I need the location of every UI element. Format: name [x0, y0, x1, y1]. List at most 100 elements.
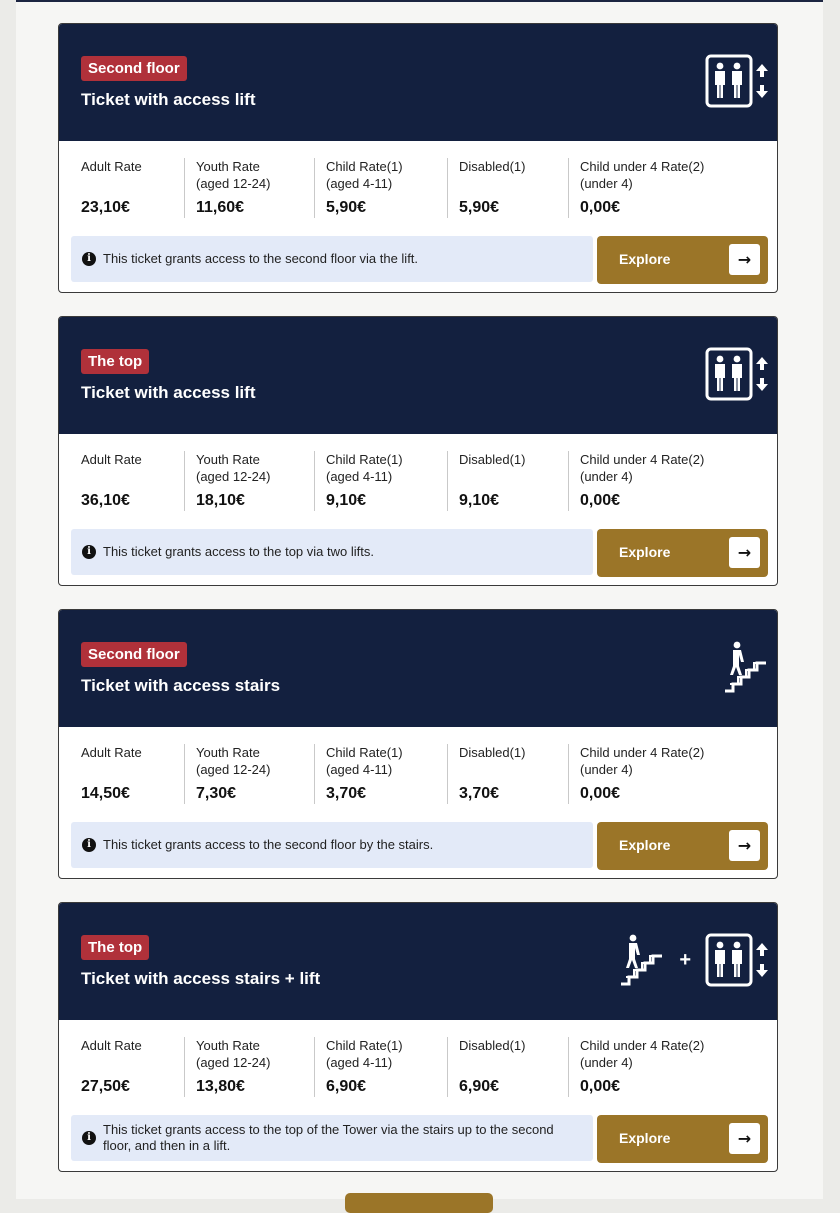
- ticket-level-badge: The top: [81, 935, 150, 960]
- ticket-card: Second floor Ticket with access lift Adu…: [58, 23, 778, 293]
- youth-rate-label: Youth Rate (aged 12-24): [196, 159, 271, 191]
- disabled-rate-price: 3,70€: [459, 785, 500, 802]
- disabled-rate-price: 9,10€: [459, 492, 500, 509]
- child-rate-label: Child Rate(1) (aged 4-11): [326, 159, 403, 191]
- under4-rate: Child under 4 Rate(2) (under 4) 0,00€: [568, 744, 768, 804]
- under4-rate-price: 0,00€: [580, 785, 621, 802]
- child-rate: Child Rate(1) (aged 4-11) 6,90€: [314, 1037, 447, 1097]
- disabled-rate: Disabled(1) 9,10€: [447, 451, 568, 511]
- ticket-card-header: The top Ticket with access stairs + lift…: [59, 903, 777, 1020]
- disabled-rate: Disabled(1) 3,70€: [447, 744, 568, 804]
- youth-rate-price: 11,60€: [196, 199, 245, 216]
- stairs-plus-lift-icon: +: [619, 933, 769, 987]
- disabled-rate-label: Disabled(1): [459, 1038, 526, 1053]
- adult-rate-label: Adult Rate: [81, 745, 142, 760]
- ticket-card-header: The top Ticket with access lift: [59, 317, 777, 434]
- lift-icon: [705, 347, 769, 406]
- plus-sign: +: [679, 948, 691, 971]
- under4-rate-label: Child under 4 Rate(2) (under 4): [580, 1038, 705, 1070]
- stairs-icon: [725, 641, 766, 693]
- adult-rate-price: 23,10€: [81, 199, 130, 216]
- under4-rate: Child under 4 Rate(2) (under 4) 0,00€: [568, 451, 768, 511]
- under4-rate: Child under 4 Rate(2) (under 4) 0,00€: [568, 158, 768, 218]
- child-rate: Child Rate(1) (aged 4-11) 3,70€: [314, 744, 447, 804]
- stairs-plus-lift-icon: +: [619, 933, 769, 987]
- info-icon: i: [82, 1131, 96, 1145]
- lift-icon: [705, 54, 768, 108]
- ticket-card: The top Ticket with access stairs + lift…: [58, 902, 778, 1172]
- lift-icon: [705, 933, 768, 987]
- youth-rate-label: Youth Rate (aged 12-24): [196, 452, 271, 484]
- adult-rate-label: Adult Rate: [81, 1038, 142, 1053]
- arrow-right-icon: →: [729, 830, 760, 861]
- disabled-rate-label: Disabled(1): [459, 745, 526, 760]
- child-rate: Child Rate(1) (aged 4-11) 5,90€: [314, 158, 447, 218]
- child-rate-price: 5,90€: [326, 199, 367, 216]
- arrow-right-icon: →: [729, 537, 760, 568]
- info-icon: i: [82, 838, 96, 852]
- adult-rate-price: 36,10€: [81, 492, 130, 509]
- ticket-title: Ticket with access stairs: [81, 676, 281, 695]
- under4-rate-price: 0,00€: [580, 492, 621, 509]
- adult-rate-label: Adult Rate: [81, 452, 142, 467]
- disabled-rate: Disabled(1) 5,90€: [447, 158, 568, 218]
- disabled-rate-label: Disabled(1): [459, 452, 526, 467]
- adult-rate-label: Adult Rate: [81, 159, 142, 174]
- rates-row: Adult Rate 23,10€ Youth Rate (aged 12-24…: [59, 141, 777, 236]
- ticket-level-badge: Second floor: [81, 56, 187, 81]
- lift-icon: [705, 347, 768, 401]
- stairs-icon: [723, 640, 769, 699]
- under4-rate-price: 0,00€: [580, 1078, 621, 1095]
- explore-button-label: Explore: [619, 544, 671, 560]
- youth-rate: Youth Rate (aged 12-24) 13,80€: [184, 1037, 314, 1097]
- explore-button[interactable]: Explore →: [597, 1115, 768, 1163]
- youth-rate-price: 13,80€: [196, 1078, 245, 1095]
- ticket-card: Second floor Ticket with access stairs A…: [58, 609, 778, 879]
- under4-rate-label: Child under 4 Rate(2) (under 4): [580, 159, 705, 191]
- under4-rate: Child under 4 Rate(2) (under 4) 0,00€: [568, 1037, 768, 1097]
- adult-rate: Adult Rate 36,10€: [81, 451, 184, 511]
- stairs-icon: [621, 934, 663, 986]
- adult-rate: Adult Rate 14,50€: [81, 744, 184, 804]
- explore-button[interactable]: Explore →: [597, 236, 768, 284]
- ticket-title: Ticket with access lift: [81, 90, 256, 109]
- adult-rate: Adult Rate 23,10€: [81, 158, 184, 218]
- adult-rate-price: 27,50€: [81, 1078, 130, 1095]
- under4-rate-price: 0,00€: [580, 199, 621, 216]
- youth-rate: Youth Rate (aged 12-24) 18,10€: [184, 451, 314, 511]
- rates-row: Adult Rate 14,50€ Youth Rate (aged 12-24…: [59, 727, 777, 822]
- ticket-info-text: This ticket grants access to the second …: [103, 251, 419, 266]
- ticket-info-text: This ticket grants access to the top via…: [103, 544, 374, 559]
- lift-icon: [705, 54, 769, 113]
- ticket-card-header: Second floor Ticket with access stairs: [59, 610, 777, 727]
- rates-row: Adult Rate 36,10€ Youth Rate (aged 12-24…: [59, 434, 777, 529]
- youth-rate-price: 18,10€: [196, 492, 245, 509]
- youth-rate: Youth Rate (aged 12-24) 11,60€: [184, 158, 314, 218]
- explore-button-label: Explore: [619, 837, 671, 853]
- ticket-info-box: i This ticket grants access to the secon…: [71, 822, 593, 868]
- explore-button-label: Explore: [619, 1130, 671, 1146]
- ticket-info-box: i This ticket grants access to the secon…: [71, 236, 593, 282]
- ticket-level-badge: The top: [81, 349, 150, 374]
- youth-rate-label: Youth Rate (aged 12-24): [196, 745, 271, 777]
- child-rate-label: Child Rate(1) (aged 4-11): [326, 452, 403, 484]
- ticket-title: Ticket with access stairs + lift: [81, 969, 321, 988]
- ticket-card-header: Second floor Ticket with access lift: [59, 24, 777, 141]
- ticket-info-text: This ticket grants access to the second …: [103, 837, 434, 852]
- child-rate-price: 9,10€: [326, 492, 367, 509]
- top-divider: [16, 0, 823, 2]
- explore-button[interactable]: Explore →: [597, 529, 768, 577]
- child-rate-price: 3,70€: [326, 785, 367, 802]
- explore-button[interactable]: Explore →: [597, 822, 768, 870]
- child-rate: Child Rate(1) (aged 4-11) 9,10€: [314, 451, 447, 511]
- ticket-card: The top Ticket with access lift Adult Ra…: [58, 316, 778, 586]
- info-icon: i: [82, 252, 96, 266]
- child-rate-label: Child Rate(1) (aged 4-11): [326, 1038, 403, 1070]
- more-button[interactable]: [345, 1193, 493, 1213]
- disabled-rate-price: 5,90€: [459, 199, 500, 216]
- adult-rate: Adult Rate 27,50€: [81, 1037, 184, 1097]
- youth-rate-price: 7,30€: [196, 785, 237, 802]
- explore-button-label: Explore: [619, 251, 671, 267]
- ticket-title: Ticket with access lift: [81, 383, 256, 402]
- disabled-rate-label: Disabled(1): [459, 159, 526, 174]
